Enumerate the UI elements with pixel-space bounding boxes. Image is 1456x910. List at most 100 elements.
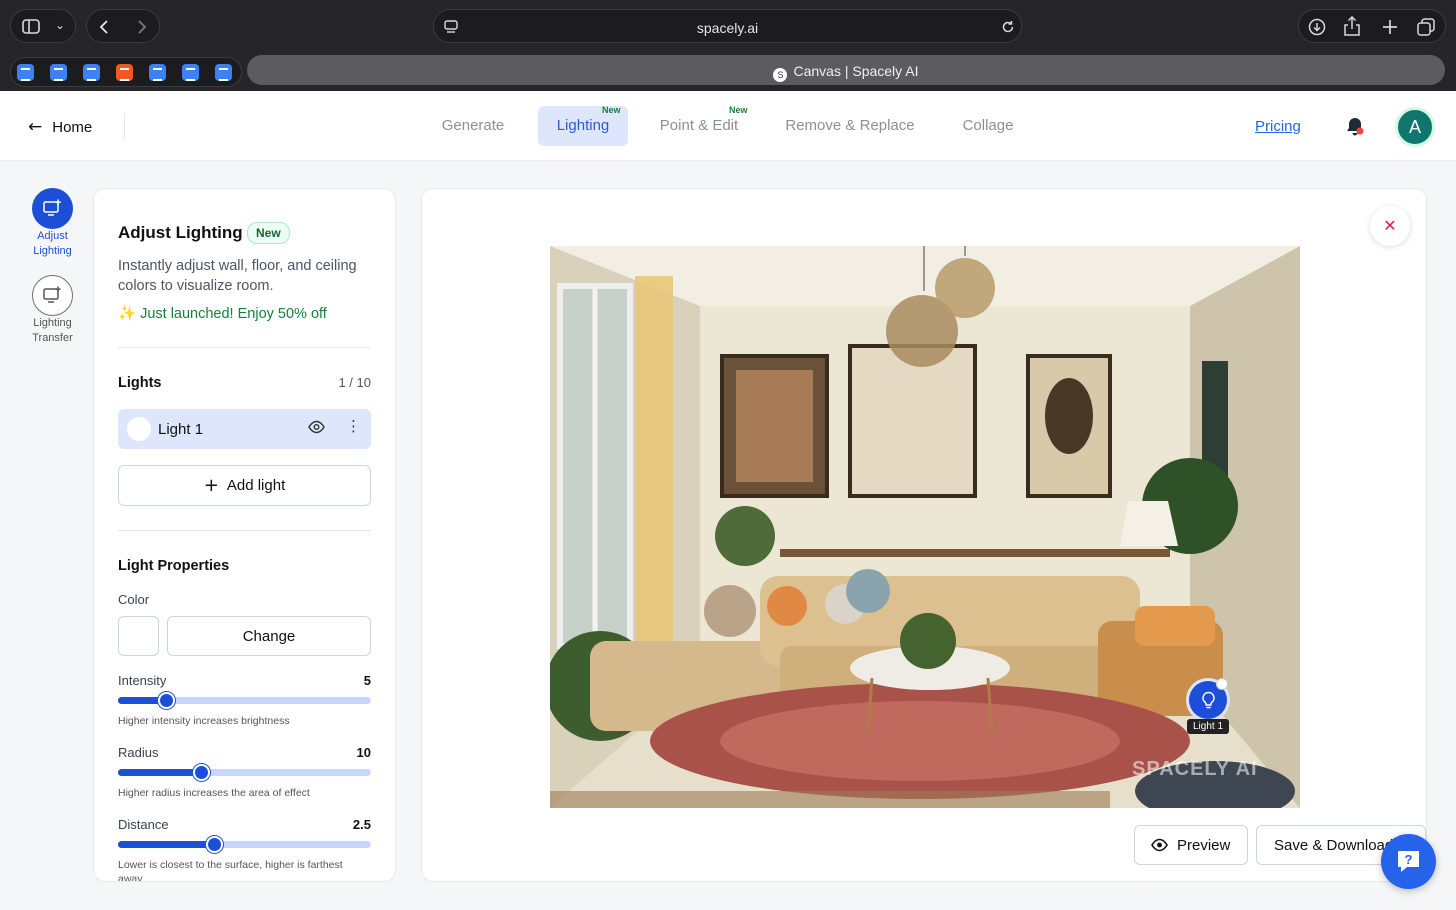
tab-title-row: S Canvas | Spacely AI — [247, 63, 1445, 82]
sidebar-toggle-group[interactable]: ⌄ — [10, 9, 76, 43]
avatar[interactable]: A — [1395, 107, 1435, 147]
change-color-button[interactable]: Change — [167, 616, 371, 656]
sidebar-icon[interactable] — [22, 19, 40, 34]
panel-title: Adjust Lighting — [118, 223, 243, 242]
add-light-button[interactable]: + Add light — [118, 465, 371, 506]
close-icon[interactable]: ✕ — [1370, 206, 1410, 246]
light-name: Light 1 — [158, 421, 204, 438]
add-light-label: Add light — [226, 477, 286, 494]
slider-handle[interactable] — [158, 692, 176, 709]
tab-generate[interactable]: Generate — [430, 106, 516, 146]
lights-count: 1 / 10 — [338, 375, 371, 390]
light-list-item[interactable]: Light 1 ⋮ — [118, 409, 371, 449]
radius-slider[interactable] — [118, 764, 371, 781]
new-badge: New — [602, 105, 621, 115]
slider-handle[interactable] — [206, 836, 224, 853]
intensity-slider[interactable] — [118, 692, 371, 709]
tab-overview-icon[interactable] — [1417, 18, 1435, 36]
rail-label-line: Transfer — [32, 332, 73, 344]
spacely-favicon-icon: S — [773, 68, 788, 82]
divider — [118, 530, 371, 531]
distance-slider[interactable] — [118, 836, 371, 853]
arrow-left-icon: ← — [28, 117, 43, 137]
svg-text:?: ? — [1405, 852, 1413, 867]
browser-chrome: ⌄ spacely.ai S Canvas | Spacely AI — [0, 0, 1456, 91]
radius-label: Radius — [118, 745, 159, 760]
tab-remove-replace[interactable]: Remove & Replace — [776, 106, 924, 146]
pricing-link[interactable]: Pricing — [1255, 118, 1301, 135]
back-icon[interactable] — [99, 20, 109, 34]
divider — [124, 113, 125, 139]
download-icon[interactable] — [1308, 18, 1326, 36]
docs-icon[interactable] — [83, 64, 100, 81]
docs-icon[interactable] — [50, 64, 67, 81]
canvas-area: ✕ SPACELY AI Light 1 Preview Save & Down… — [421, 188, 1427, 882]
rail-lighting-transfer-button[interactable] — [32, 275, 73, 316]
share-icon[interactable] — [1344, 16, 1360, 36]
color-label: Color — [118, 592, 150, 607]
preview-button[interactable]: Preview — [1134, 825, 1248, 865]
app-header: ← Home Generate Lighting New Point & Edi… — [0, 91, 1456, 161]
rail-label-adjust-lighting[interactable]: Adjust Lighting — [20, 229, 85, 259]
distance-label: Distance — [118, 817, 169, 832]
browser-actions — [1298, 9, 1446, 43]
intensity-label: Intensity — [118, 673, 167, 688]
pinned-tabs — [10, 57, 242, 87]
tab-title: Canvas | Spacely AI — [793, 63, 919, 79]
docs-icon[interactable] — [149, 64, 166, 81]
slider-fill — [118, 769, 202, 776]
eye-icon[interactable] — [308, 420, 325, 434]
lighting-screen-icon — [43, 199, 61, 216]
new-badge: New — [729, 105, 748, 115]
watermark: SPACELY AI — [1132, 758, 1258, 780]
new-badge: New — [247, 222, 290, 244]
slider-handle[interactable] — [193, 764, 211, 781]
tab-bar: S Canvas | Spacely AI — [0, 52, 1456, 91]
new-tab-icon[interactable] — [1382, 19, 1398, 35]
rail-label-lighting-transfer[interactable]: Lighting Transfer — [20, 316, 85, 346]
distance-hint: Lower is closest to the surface, higher … — [118, 859, 343, 882]
rail-adjust-lighting-button[interactable] — [32, 188, 73, 229]
intensity-value: 5 — [363, 673, 371, 688]
docs-icon[interactable] — [17, 64, 34, 81]
radius-hint: Higher radius increases the area of effe… — [118, 787, 310, 799]
address-url[interactable]: spacely.ai — [434, 20, 1021, 36]
chevron-down-icon[interactable]: ⌄ — [55, 19, 65, 31]
help-chat-button[interactable]: ? — [1381, 834, 1436, 889]
light-properties-heading: Light Properties — [118, 558, 230, 574]
history-nav-group — [86, 9, 160, 43]
panel-description: Instantly adjust wall, floor, and ceilin… — [118, 258, 357, 294]
more-options-icon[interactable]: ⋮ — [346, 417, 361, 435]
color-swatch[interactable] — [118, 616, 159, 656]
bookmark-app-icon[interactable] — [116, 64, 133, 81]
chat-help-icon: ? — [1398, 851, 1419, 872]
preview-label: Preview — [1177, 837, 1231, 854]
rail-label-line: Lighting — [33, 245, 72, 257]
lights-heading: Lights — [118, 375, 162, 391]
notification-bell-icon[interactable] — [1344, 116, 1366, 138]
divider — [118, 347, 371, 348]
light-marker-handle[interactable] — [1216, 678, 1228, 690]
light-color-swatch — [127, 417, 151, 441]
reload-icon[interactable] — [1001, 20, 1015, 34]
rail-label-line: Lighting — [33, 317, 72, 329]
room-image[interactable]: SPACELY AI Light 1 — [550, 246, 1300, 808]
docs-icon[interactable] — [215, 64, 232, 81]
slider-fill — [118, 841, 215, 848]
radius-value: 10 — [356, 745, 371, 760]
adjust-lighting-panel: Adjust Lighting New Instantly adjust wal… — [93, 188, 396, 882]
lighting-transfer-icon — [43, 286, 61, 303]
home-link[interactable]: ← Home — [28, 117, 92, 137]
browser-toolbar: ⌄ spacely.ai — [0, 0, 1456, 52]
eye-icon — [1151, 838, 1168, 852]
tab-collage[interactable]: Collage — [950, 106, 1026, 146]
active-tab[interactable]: S Canvas | Spacely AI — [247, 55, 1445, 85]
promo-text: ✨ Just launched! Enjoy 50% off — [118, 306, 327, 322]
docs-icon[interactable] — [182, 64, 199, 81]
address-bar[interactable]: spacely.ai — [433, 9, 1022, 43]
forward-icon[interactable] — [137, 20, 147, 34]
intensity-hint: Higher intensity increases brightness — [118, 715, 290, 727]
home-label: Home — [52, 118, 93, 136]
lightbulb-icon — [1202, 691, 1215, 709]
rail-label-line: Adjust — [37, 230, 68, 242]
